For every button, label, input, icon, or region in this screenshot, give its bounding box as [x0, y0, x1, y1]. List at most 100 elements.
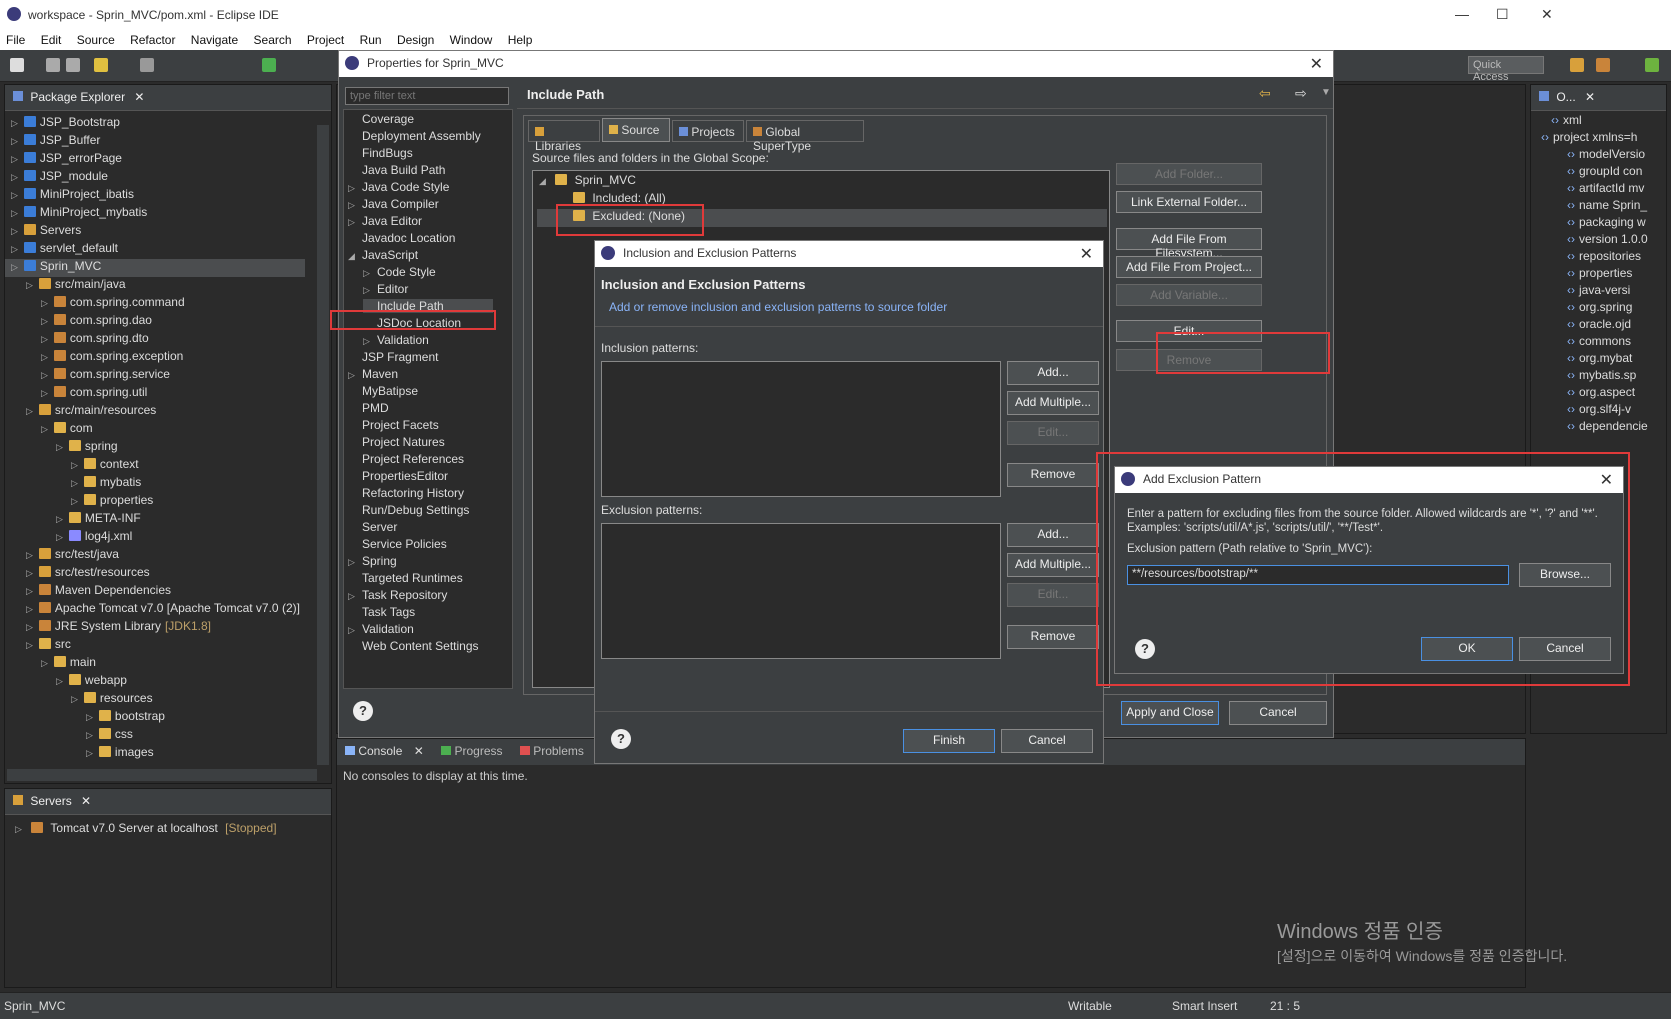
exclusion-patterns-list[interactable] — [601, 523, 1001, 659]
outline-item[interactable]: ‹› name Sprin_ — [1567, 198, 1647, 216]
outline-item[interactable]: ‹› project xmlns=h — [1541, 130, 1637, 148]
tree-included[interactable]: Included: (All) — [573, 191, 666, 209]
package-tree-item[interactable]: ▷ images — [5, 745, 305, 763]
expand-icon[interactable]: ▷ — [41, 334, 48, 344]
outline-item[interactable]: ‹› groupId con — [1567, 164, 1642, 182]
package-tree-item[interactable]: ▷ webapp — [5, 673, 305, 691]
property-nav-item[interactable]: ▷ Validation — [348, 622, 414, 636]
package-tree-item[interactable]: ▷ com.spring.dto — [5, 331, 305, 349]
expand-icon[interactable]: ▷ — [348, 217, 362, 228]
expand-icon[interactable]: ▷ — [363, 268, 377, 279]
expand-icon[interactable]: ▷ — [26, 406, 33, 416]
add-file-from-project-button[interactable]: Add File From Project... — [1116, 256, 1262, 278]
browse-button[interactable]: Browse... — [1519, 563, 1611, 587]
package-tree-item[interactable]: ▷ resources — [5, 691, 305, 709]
expand-icon[interactable]: ▷ — [348, 183, 362, 194]
expand-icon[interactable]: ▷ — [26, 568, 33, 578]
expand-icon[interactable]: ▷ — [11, 172, 18, 182]
tab-problems[interactable]: Problems — [533, 744, 584, 758]
outline-item[interactable]: ‹› properties — [1567, 266, 1632, 284]
property-nav-item[interactable]: MyBatipse — [348, 384, 418, 398]
menu-edit[interactable]: Edit — [35, 30, 68, 50]
property-nav-item[interactable]: PropertiesEditor — [348, 469, 448, 483]
inclusion-patterns-list[interactable] — [601, 361, 1001, 497]
expand-icon[interactable]: ▷ — [41, 388, 48, 398]
menu-dropdown-icon[interactable]: ▼ — [1321, 87, 1331, 98]
vertical-scrollbar[interactable] — [317, 125, 329, 765]
expand-icon[interactable]: ▷ — [348, 557, 362, 568]
expand-icon[interactable]: ▷ — [11, 226, 18, 236]
property-nav-item[interactable]: PMD — [348, 401, 389, 415]
expand-icon[interactable]: ▷ — [86, 712, 93, 722]
close-icon[interactable]: ✕ — [1310, 54, 1323, 74]
expand-icon[interactable]: ▷ — [348, 200, 362, 211]
run-icon[interactable] — [262, 58, 276, 72]
java-perspective-icon[interactable] — [1596, 58, 1610, 72]
menu-run[interactable]: Run — [354, 30, 388, 50]
expand-icon[interactable]: ▷ — [26, 586, 33, 596]
property-nav-item[interactable]: ▷ Task Repository — [348, 588, 447, 602]
menu-help[interactable]: Help — [502, 30, 539, 50]
expand-icon[interactable]: ▷ — [26, 280, 33, 290]
outline-item[interactable]: ‹› org.spring — [1567, 300, 1632, 318]
expand-icon[interactable]: ▷ — [15, 824, 22, 834]
exclusion-add-multiple-button[interactable]: Add Multiple... — [1007, 553, 1099, 577]
close-view-icon[interactable]: ✕ — [134, 90, 144, 104]
menu-design[interactable]: Design — [391, 30, 440, 50]
property-nav-item[interactable]: Run/Debug Settings — [348, 503, 469, 517]
remove-button[interactable]: Remove — [1116, 349, 1262, 371]
package-tree-item[interactable]: ▷ spring — [5, 439, 305, 457]
outline-item[interactable]: ‹› version 1.0.0 — [1567, 232, 1648, 250]
package-tree-item[interactable]: ▷ Maven Dependencies — [5, 583, 305, 601]
outline-item[interactable]: ‹› packaging w — [1567, 215, 1646, 233]
expand-icon[interactable]: ▷ — [86, 748, 93, 758]
expand-icon[interactable]: ▷ — [26, 604, 33, 614]
menu-window[interactable]: Window — [444, 30, 499, 50]
expand-icon[interactable]: ▷ — [71, 694, 78, 704]
property-nav-item[interactable]: Task Tags — [348, 605, 415, 619]
exclusion-edit-button[interactable]: Edit... — [1007, 583, 1099, 607]
inclusion-cancel-button[interactable]: Cancel — [1001, 729, 1093, 753]
expand-icon[interactable]: ▷ — [41, 298, 48, 308]
expand-icon[interactable]: ▷ — [71, 496, 78, 506]
expand-icon[interactable]: ▷ — [41, 316, 48, 326]
properties-cancel-button[interactable]: Cancel — [1229, 701, 1327, 725]
expand-icon[interactable]: ▷ — [41, 424, 48, 434]
property-nav-item[interactable]: Targeted Runtimes — [348, 571, 463, 585]
back-icon[interactable]: ⇦ — [1259, 85, 1271, 102]
package-tree-item[interactable]: ▷ com.spring.util — [5, 385, 305, 403]
property-nav-item[interactable]: FindBugs — [348, 146, 413, 160]
tree-root[interactable]: ◢ Sprin_MVC — [539, 173, 636, 191]
outline-item[interactable]: ‹› xml — [1551, 113, 1582, 131]
package-tree-item[interactable]: ▷ Servers — [5, 223, 305, 241]
help-icon[interactable]: ? — [353, 701, 373, 721]
menu-refactor[interactable]: Refactor — [124, 30, 181, 50]
outline-item[interactable]: ‹› java-versi — [1567, 283, 1630, 301]
property-nav-item[interactable]: ▷ Java Compiler — [348, 197, 439, 211]
expand-icon[interactable]: ▷ — [26, 550, 33, 560]
property-nav-item[interactable]: Web Content Settings — [348, 639, 479, 653]
filter-input[interactable]: type filter text — [345, 87, 509, 105]
outline-item[interactable]: ‹› org.slf4j-v — [1567, 402, 1631, 420]
property-nav-item[interactable]: ▷ Code Style — [363, 265, 436, 279]
expand-icon[interactable]: ▷ — [41, 658, 48, 668]
tree-excluded[interactable]: Excluded: (None) — [537, 209, 1107, 227]
menu-source[interactable]: Source — [71, 30, 121, 50]
perspective-icon[interactable] — [1570, 58, 1584, 72]
tab-projects[interactable]: Projects — [672, 120, 744, 142]
expand-icon[interactable]: ▷ — [11, 262, 18, 272]
collapse-icon[interactable]: ◢ — [539, 176, 546, 186]
property-nav-item[interactable]: Service Policies — [348, 537, 447, 551]
expand-icon[interactable]: ▷ — [11, 154, 18, 164]
servers-tab[interactable]: Servers ✕ — [5, 789, 331, 815]
package-tree-item[interactable]: ▷ Sprin_MVC — [5, 259, 305, 277]
expand-icon[interactable]: ▷ — [363, 285, 377, 296]
package-tree-item[interactable]: ▷ MiniProject_mybatis — [5, 205, 305, 223]
property-nav-item[interactable]: ▷ Editor — [363, 282, 408, 296]
package-tree-item[interactable]: ▷ bootstrap — [5, 709, 305, 727]
expand-icon[interactable]: ▷ — [363, 336, 377, 347]
package-tree-item[interactable]: ▷ context — [5, 457, 305, 475]
forward-icon[interactable]: ⇨ — [1295, 85, 1307, 102]
outline-item[interactable]: ‹› modelVersio — [1567, 147, 1645, 165]
expand-icon[interactable]: ▷ — [11, 208, 18, 218]
